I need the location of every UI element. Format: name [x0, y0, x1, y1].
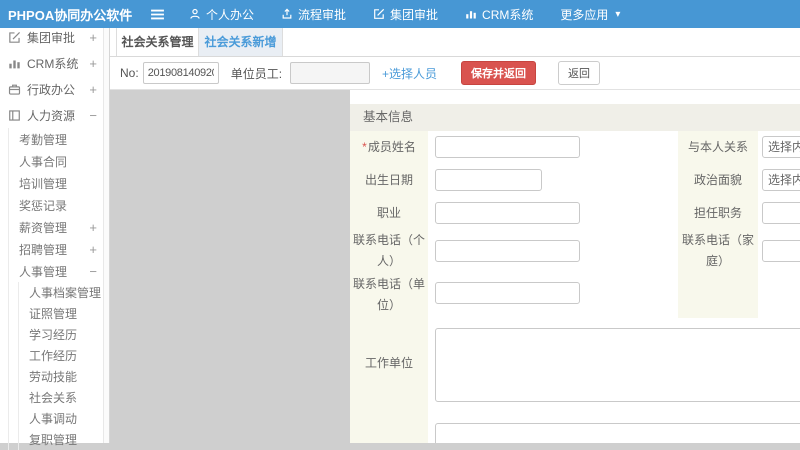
top-navbar: PHPOA协同办公软件 个人办公 流程审批 集团审批 CRM系统 更多应用 ▾ — [0, 0, 800, 28]
home-phone-input[interactable] — [762, 240, 800, 262]
sidebar-item-recruitment-mgmt[interactable]: 招聘管理 + — [9, 238, 109, 260]
briefcase-icon — [8, 83, 21, 96]
menu-group-approval[interactable]: 集团审批 — [373, 6, 438, 23]
tab-social-relations-mgmt[interactable]: 社会关系管理 — [116, 28, 198, 56]
menu-crm-system[interactable]: CRM系统 — [465, 6, 533, 23]
expand-plus-icon[interactable]: + — [89, 243, 97, 256]
home-phone-label: 联系电话（家庭） — [681, 233, 754, 268]
sidebar-item-personnel-transfer[interactable]: 人事调动 — [19, 408, 109, 429]
birth-date-input[interactable] — [435, 169, 542, 191]
member-name-label: *成员姓名 — [362, 140, 416, 154]
sidebar-item-human-resources[interactable]: 人力资源 − — [0, 102, 109, 128]
work-phone-input[interactable] — [435, 282, 580, 304]
menu-workflow-approval[interactable]: 流程审批 — [281, 6, 346, 23]
sidebar-item-personnel-files[interactable]: 人事档案管理 — [19, 282, 109, 303]
section-title: 基本信息 — [350, 104, 800, 131]
political-status-label: 政治面貌 — [693, 173, 742, 187]
app-title: PHPOA协同办公软件 — [8, 7, 133, 23]
employee-label: 单位员工: — [230, 66, 283, 81]
sidebar-item-salary-mgmt[interactable]: 薪资管理 + — [9, 216, 109, 238]
expand-plus-icon[interactable]: + — [89, 83, 97, 96]
collapse-minus-icon[interactable]: − — [89, 265, 97, 278]
position-held-label: 担任职务 — [693, 206, 742, 220]
sidebar-item-education-history[interactable]: 学习经历 — [19, 324, 109, 345]
expand-plus-icon[interactable]: + — [89, 31, 97, 44]
occupation-label: 职业 — [376, 206, 401, 220]
sidebar-item-admin-office[interactable]: 行政办公 + — [0, 76, 109, 102]
form-toolbar: No: 单位员工: +选择人员 保存并返回 返回 — [110, 57, 800, 90]
birth-date-label: 出生日期 — [364, 173, 413, 187]
position-held-input[interactable] — [762, 202, 800, 224]
personnel-submenu: 人事档案管理 证照管理 学习经历 工作经历 劳动技能 社会关系 人事调动 复职管… — [18, 282, 109, 450]
relation-to-self-select[interactable]: 选择内容 — [762, 136, 800, 158]
sidebar-item-attendance-mgmt[interactable]: 考勤管理 — [9, 128, 109, 150]
form-body: *成员姓名 与本人关系 选择内容 出生日期 政治面貌 选择内容 职业 担任职务 … — [350, 131, 800, 443]
no-label: No: — [120, 66, 139, 80]
basic-info-form-panel: 基本信息 *成员姓名 与本人关系 选择内容 出生日期 政治面貌 选择内容 职业 — [350, 90, 800, 443]
relation-to-self-label: 与本人关系 — [687, 140, 748, 154]
no-input[interactable] — [142, 62, 219, 84]
required-asterisk: * — [362, 140, 367, 154]
back-button[interactable]: 返回 — [558, 61, 601, 85]
bar-chart-icon — [465, 8, 477, 20]
political-status-select[interactable]: 选择内容 — [762, 169, 800, 191]
sidebar-item-certificate-mgmt[interactable]: 证照管理 — [19, 303, 109, 324]
bar-chart-icon — [8, 57, 21, 70]
book-icon — [8, 109, 21, 122]
collapse-minus-icon[interactable]: − — [89, 109, 97, 122]
occupation-input[interactable] — [435, 202, 580, 224]
sidebar-item-work-history[interactable]: 工作经历 — [19, 345, 109, 366]
employee-input[interactable] — [290, 62, 371, 84]
member-name-input[interactable] — [435, 136, 580, 158]
save-and-return-button[interactable]: 保存并返回 — [461, 61, 537, 85]
work-phone-label: 联系电话（单位） — [352, 277, 425, 312]
next-field-textarea[interactable] — [435, 423, 800, 443]
sidebar-item-social-relations[interactable]: 社会关系 — [19, 387, 109, 408]
expand-plus-icon[interactable]: + — [89, 57, 97, 70]
sidebar-item-reinstatement-mgmt[interactable]: 复职管理 — [19, 429, 109, 450]
sidebar-nav: 集团审批 + CRM系统 + 行政办公 + 人力资源 − 考勤管理 人事合同 培… — [0, 0, 110, 450]
sidebar-item-crm-system[interactable]: CRM系统 + — [0, 50, 109, 76]
sidebar-item-training-mgmt[interactable]: 培训管理 — [9, 172, 109, 194]
hr-submenu: 考勤管理 人事合同 培训管理 奖惩记录 薪资管理 + 招聘管理 + 人事管理 −… — [8, 128, 109, 450]
upload-tray-icon — [281, 8, 293, 20]
sidebar-item-labor-skills[interactable]: 劳动技能 — [19, 366, 109, 387]
sidebar-item-personnel-mgmt[interactable]: 人事管理 − — [9, 260, 109, 282]
menu-personal-office[interactable]: 个人办公 — [189, 6, 254, 23]
expand-plus-icon[interactable]: + — [89, 221, 97, 234]
work-unit-textarea[interactable] — [435, 328, 800, 402]
tab-social-relations-new[interactable]: 社会关系新增 — [198, 28, 283, 56]
menu-more-apps[interactable]: 更多应用 ▾ — [560, 6, 620, 23]
select-person-link[interactable]: +选择人员 — [382, 65, 437, 82]
user-icon — [189, 8, 201, 20]
edit-square-icon — [373, 8, 385, 20]
caret-down-icon: ▾ — [615, 8, 621, 20]
edit-square-icon — [8, 31, 21, 44]
content-area: 基本信息 *成员姓名 与本人关系 选择内容 出生日期 政治面貌 选择内容 职业 — [110, 90, 800, 443]
personal-phone-input[interactable] — [435, 240, 580, 262]
tab-bar: 社会关系管理 社会关系新增 — [110, 28, 800, 57]
main-area: 社会关系管理 社会关系新增 No: 单位员工: +选择人员 保存并返回 返回 基… — [110, 28, 800, 443]
personal-phone-label: 联系电话（个人） — [352, 233, 425, 268]
sidebar-item-hr-contract[interactable]: 人事合同 — [9, 150, 109, 172]
work-unit-label: 工作单位 — [364, 355, 413, 370]
sidebar-item-reward-punishment[interactable]: 奖惩记录 — [9, 194, 109, 216]
top-menu: 个人办公 流程审批 集团审批 CRM系统 更多应用 ▾ — [189, 6, 620, 23]
hamburger-menu-icon[interactable] — [150, 8, 165, 21]
